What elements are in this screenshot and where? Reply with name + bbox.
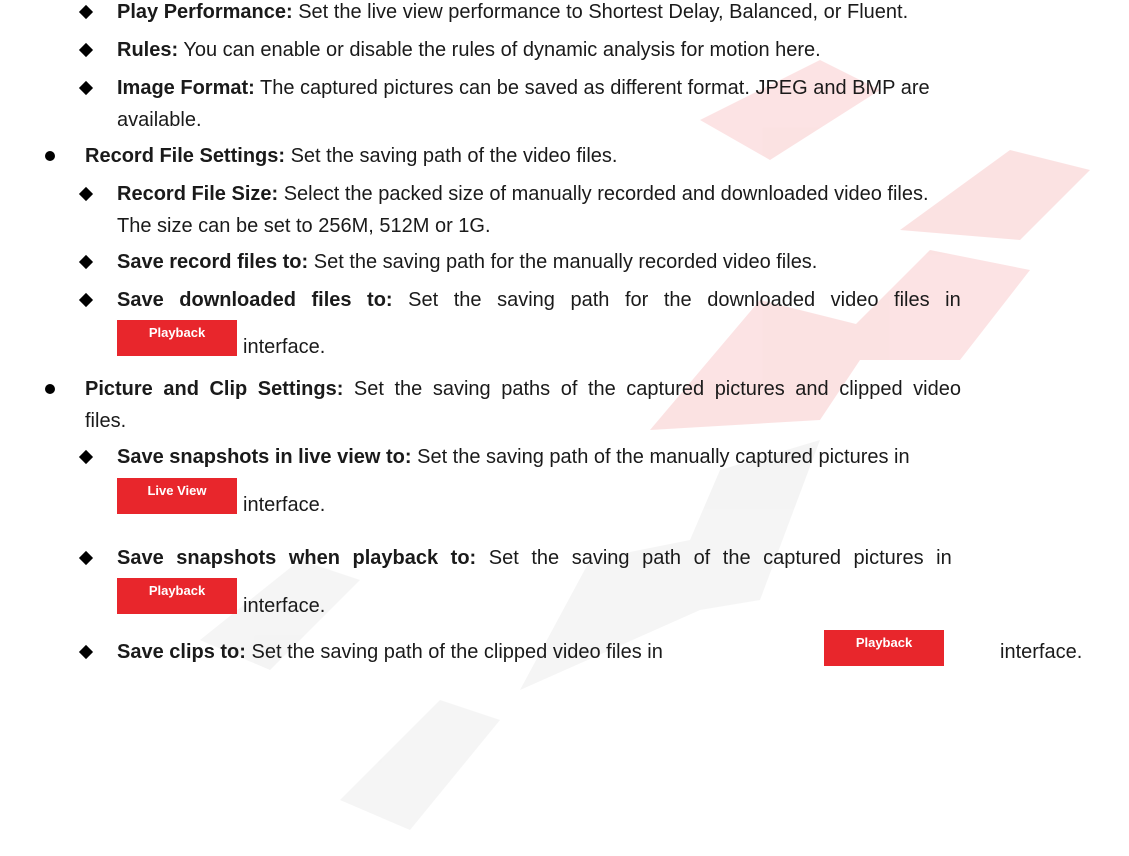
diamond-bullet-icon — [78, 644, 94, 660]
diamond-bullet-icon — [78, 449, 94, 465]
item-save-downloaded-files: Save downloaded files to: Set the saving… — [117, 289, 961, 311]
interface-suffix: interface. — [243, 336, 326, 358]
playback-button[interactable]: Playback — [117, 320, 237, 356]
diamond-bullet-icon — [78, 254, 94, 270]
diamond-bullet-icon — [78, 186, 94, 202]
circle-bullet-icon — [45, 151, 55, 161]
item-save-record-files: Save record files to: Set the saving pat… — [117, 251, 818, 273]
live-view-button[interactable]: Live View — [117, 478, 237, 514]
item-save-clips: Save clips to: Set the saving path of th… — [117, 641, 663, 663]
item-record-file-settings: Record File Settings: Set the saving pat… — [85, 145, 618, 167]
interface-suffix: interface. — [1000, 641, 1083, 663]
item-rules: Rules: You can enable or disable the rul… — [117, 39, 821, 61]
document-page: Play Performance: Set the live view perf… — [0, 0, 1129, 856]
diamond-bullet-icon — [78, 550, 94, 566]
item-picture-clip-settings-cont: files. — [85, 410, 127, 432]
item-save-snapshots-playback: Save snapshots when playback to: Set the… — [117, 547, 952, 569]
item-image-format: Image Format: The captured pictures can … — [117, 77, 930, 99]
circle-bullet-icon — [45, 384, 55, 394]
interface-suffix: interface. — [243, 494, 326, 516]
item-image-format-cont: available. — [117, 109, 202, 131]
diamond-bullet-icon — [78, 80, 94, 96]
diamond-bullet-icon — [78, 4, 94, 20]
item-picture-clip-settings: Picture and Clip Settings: Set the savin… — [85, 378, 961, 400]
item-save-snapshots-live: Save snapshots in live view to: Set the … — [117, 446, 910, 468]
playback-button[interactable]: Playback — [824, 630, 944, 666]
item-record-file-size-cont: The size can be set to 256M, 512M or 1G. — [117, 215, 491, 237]
item-record-file-size: Record File Size: Select the packed size… — [117, 183, 929, 205]
item-play-performance: Play Performance: Set the live view perf… — [117, 1, 909, 23]
playback-button[interactable]: Playback — [117, 578, 237, 614]
diamond-bullet-icon — [78, 42, 94, 58]
interface-suffix: interface. — [243, 595, 326, 617]
diamond-bullet-icon — [78, 292, 94, 308]
